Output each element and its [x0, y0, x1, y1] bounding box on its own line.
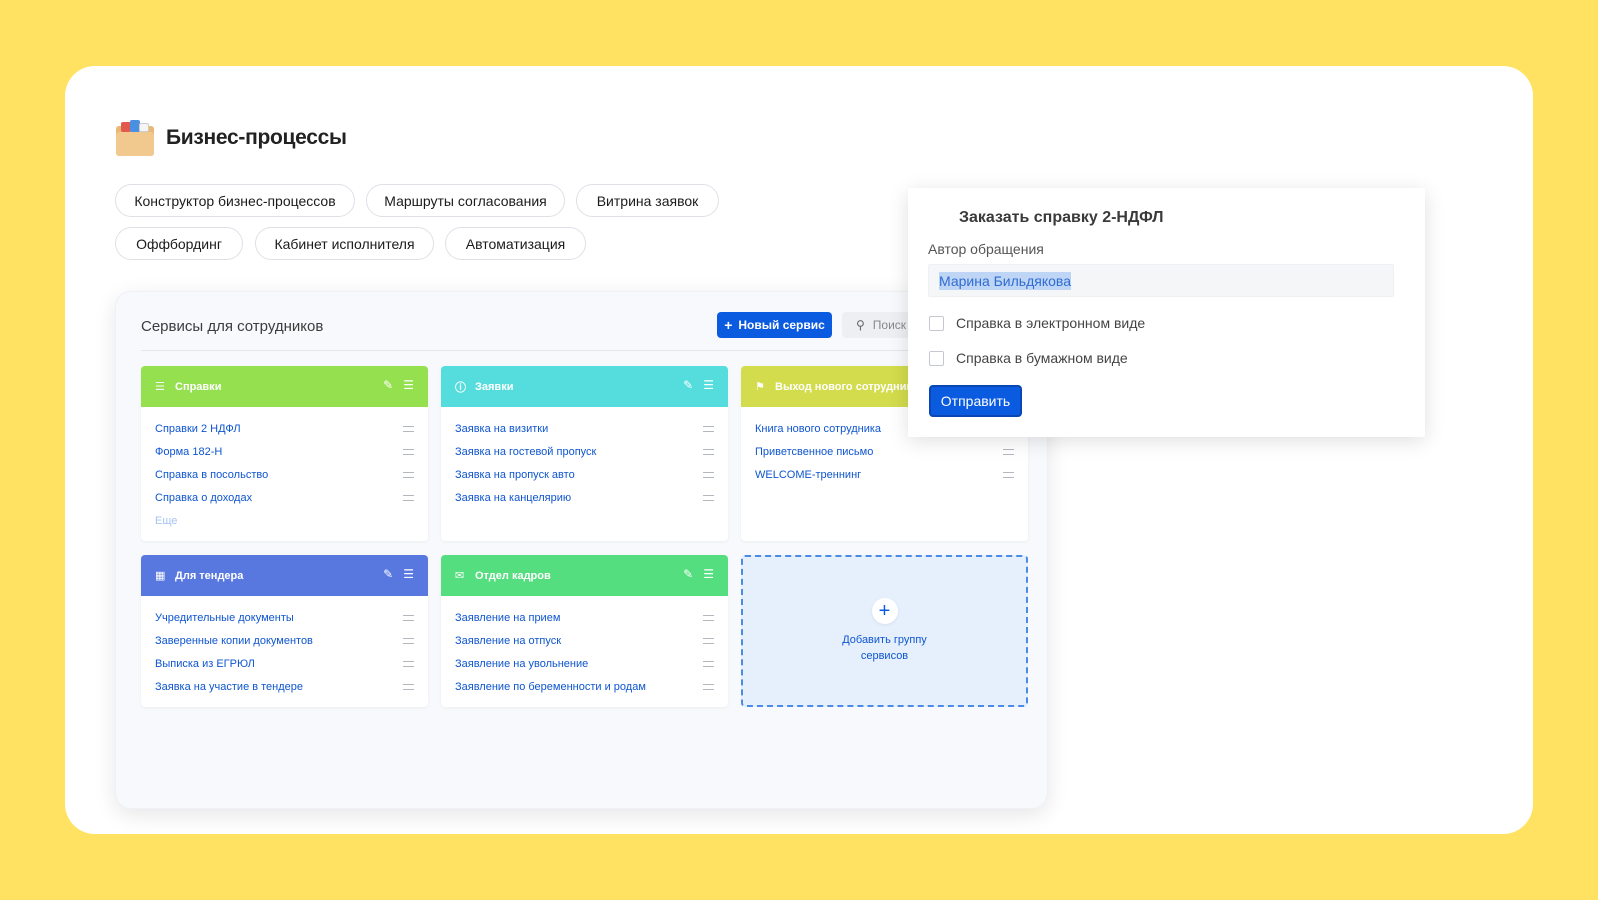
list-item[interactable]: Форма 182-Н	[155, 440, 414, 463]
divider	[141, 350, 931, 351]
drag-handle-icon[interactable]	[1003, 448, 1014, 455]
list-item[interactable]: Заявление по беременности и родам	[455, 675, 714, 698]
group-title: Справки	[175, 380, 222, 393]
plus-icon: +	[871, 598, 898, 624]
menu-icon[interactable]: ☰	[703, 567, 714, 581]
service-group-spravki: ☰ Справки ✎ ☰ Справки 2 НДФЛ Форма 182-Н …	[141, 366, 428, 541]
list-item[interactable]: Выписка из ЕГРЮЛ	[155, 652, 414, 675]
tab-routes[interactable]: Маршруты согласования	[366, 184, 565, 217]
menu-icon[interactable]: ☰	[403, 567, 414, 581]
folder-icon	[116, 120, 154, 156]
list-item[interactable]: Заявка на визитки	[455, 417, 714, 440]
list-item[interactable]: Заявление на прием	[455, 606, 714, 629]
list-item[interactable]: Справки 2 НДФЛ	[155, 417, 414, 440]
list-item[interactable]: Справка в посольство	[155, 463, 414, 486]
list-item[interactable]: Заявка на участие в тендере	[155, 675, 414, 698]
panel-title: Сервисы для сотрудников	[141, 318, 324, 335]
group-header: ☰ Справки ✎ ☰	[141, 366, 428, 407]
plus-icon: +	[724, 317, 733, 333]
map-icon: ▦	[155, 570, 166, 582]
group-title: Для тендера	[175, 569, 244, 582]
search-placeholder: Поиск	[872, 318, 907, 332]
electronic-label: Справка в электронном виде	[956, 315, 1146, 331]
list-item[interactable]: Заявление на увольнение	[455, 652, 714, 675]
list-item[interactable]: Заявка на пропуск авто	[455, 463, 714, 486]
menu-icon[interactable]: ☰	[703, 378, 714, 392]
list-item[interactable]: Заявление на отпуск	[455, 629, 714, 652]
drag-handle-icon[interactable]	[703, 448, 714, 455]
tab-showcase[interactable]: Витрина заявок	[576, 184, 719, 217]
list-item[interactable]: Заверенные копии документов	[155, 629, 414, 652]
question-circle-icon: ⓘ	[455, 381, 466, 394]
edit-icon[interactable]: ✎	[383, 378, 393, 392]
service-group-zayavki: ⓘ Заявки ✎ ☰ Заявка на визитки Заявка на …	[441, 366, 728, 541]
edit-icon[interactable]: ✎	[383, 567, 393, 581]
drag-handle-icon[interactable]	[1003, 471, 1014, 478]
list-item[interactable]: Учредительные документы	[155, 606, 414, 629]
add-group-label: Добавить группу сервисов	[842, 634, 927, 662]
drag-handle-icon[interactable]	[403, 494, 414, 501]
drag-handle-icon[interactable]	[703, 637, 714, 644]
drag-handle-icon[interactable]	[703, 614, 714, 621]
group-header: ⓘ Заявки ✎ ☰	[441, 366, 728, 407]
group-title: Выход нового сотрудника	[775, 380, 919, 393]
mail-icon: ✉	[455, 570, 465, 582]
drag-handle-icon[interactable]	[703, 494, 714, 501]
drag-handle-icon[interactable]	[403, 660, 414, 667]
service-group-hr: ✉ Отдел кадров ✎ ☰ Заявление на прием Зая…	[441, 555, 728, 707]
electronic-option[interactable]: Справка в электронном виде	[929, 315, 1145, 331]
tab-offboarding[interactable]: Оффбординг	[115, 227, 243, 260]
list-item[interactable]: Заявка на канцелярию	[455, 486, 714, 509]
paper-option[interactable]: Справка в бумажном виде	[929, 350, 1128, 366]
order-certificate-dialog: Заказать справку 2-НДФЛ Автор обращения …	[908, 188, 1425, 437]
drag-handle-icon[interactable]	[403, 637, 414, 644]
new-service-label: Новый сервис	[738, 318, 825, 332]
drag-handle-icon[interactable]	[703, 471, 714, 478]
tab-executor[interactable]: Кабинет исполнителя	[255, 227, 434, 260]
group-header: ▦ Для тендера ✎ ☰	[141, 555, 428, 596]
add-group-button[interactable]: + Добавить группу сервисов	[741, 555, 1028, 707]
list-item[interactable]: WELCOME-треннинг	[755, 463, 1014, 486]
group-title: Заявки	[475, 380, 514, 393]
service-group-tender: ▦ Для тендера ✎ ☰ Учредительные документы…	[141, 555, 428, 707]
tab-automation[interactable]: Автоматизация	[445, 227, 586, 260]
list-item[interactable]: Приветсвенное письмо	[755, 440, 1014, 463]
drag-handle-icon[interactable]	[703, 683, 714, 690]
drag-handle-icon[interactable]	[703, 660, 714, 667]
drag-handle-icon[interactable]	[703, 425, 714, 432]
list-icon: ☰	[155, 381, 165, 393]
page-title: Бизнес-процессы	[166, 126, 347, 149]
page-header: Бизнес-процессы	[116, 120, 347, 156]
flag-icon: ⚑	[755, 381, 765, 393]
new-service-button[interactable]: + Новый сервис	[717, 312, 832, 338]
group-header: ✉ Отдел кадров ✎ ☰	[441, 555, 728, 596]
list-item[interactable]: Справка о доходах	[155, 486, 414, 509]
group-title: Отдел кадров	[475, 569, 551, 582]
dialog-title: Заказать справку 2-НДФЛ	[959, 209, 1164, 226]
paper-label: Справка в бумажном виде	[956, 350, 1128, 366]
more-link[interactable]: Еще	[155, 509, 414, 532]
drag-handle-icon[interactable]	[403, 425, 414, 432]
drag-handle-icon[interactable]	[403, 683, 414, 690]
list-item[interactable]: Заявка на гостевой пропуск	[455, 440, 714, 463]
drag-handle-icon[interactable]	[403, 448, 414, 455]
electronic-checkbox[interactable]	[929, 315, 944, 331]
paper-checkbox[interactable]	[929, 350, 944, 366]
drag-handle-icon[interactable]	[403, 614, 414, 621]
menu-icon[interactable]: ☰	[403, 378, 414, 392]
author-value: Марина Бильдякова	[939, 271, 1071, 290]
author-field[interactable]: Марина Бильдякова	[928, 264, 1394, 297]
search-input[interactable]: ⚲ Поиск	[842, 312, 912, 338]
drag-handle-icon[interactable]	[403, 471, 414, 478]
author-label: Автор обращения	[928, 241, 1044, 257]
tab-constructor[interactable]: Конструктор бизнес-процессов	[115, 184, 355, 217]
search-icon: ⚲	[856, 318, 865, 332]
edit-icon[interactable]: ✎	[683, 378, 693, 392]
submit-button[interactable]: Отправить	[929, 385, 1022, 417]
edit-icon[interactable]: ✎	[683, 567, 693, 581]
